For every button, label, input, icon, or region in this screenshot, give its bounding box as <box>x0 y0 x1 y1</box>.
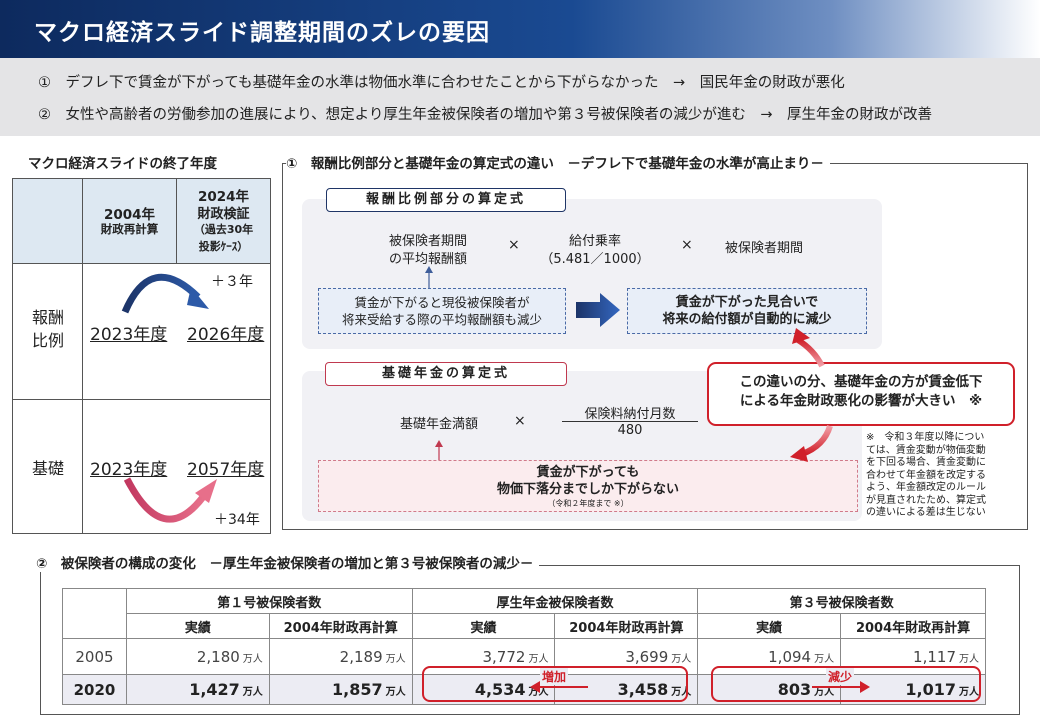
callout-line-b: による年金財政悪化の影響が大きい ※ <box>739 393 983 409</box>
value-cell: 2,180 万人 <box>125 638 270 675</box>
subheader-actual: 実績 <box>411 613 556 639</box>
callout-arrow-up-icon <box>792 328 825 368</box>
kiso-denominator: 480 <box>617 423 643 438</box>
kiso-numerator: 保険料納付月数 <box>584 407 676 422</box>
value-cell: 2,189 万人 <box>268 638 413 675</box>
kiso-note-c: （令和２年度まで ※） <box>547 499 629 508</box>
value-cell: 1,857 万人 <box>268 674 413 705</box>
increase-label: 増加 <box>540 668 569 685</box>
up-arrow-red-icon <box>435 440 443 460</box>
hirei-term-1a: 被保険者期間 <box>388 234 467 249</box>
hirei-term-1b: の平均報酬額 <box>388 252 467 267</box>
end-year-title: マクロ経済スライドの終了年度 <box>28 152 223 172</box>
subheader-2004: 2004年財政再計算 <box>268 613 413 639</box>
kiso-label: 基礎年金の算定式 <box>325 362 567 386</box>
subheader-2004: 2004年財政再計算 <box>840 613 986 639</box>
subheader-actual: 実績 <box>125 613 270 639</box>
hirei-note-b: 将来受給する際の平均報酬額も減少 <box>341 312 542 327</box>
hirei-note: 賃金が下がると現役被保険者が 将来受給する際の平均報酬額も減少 <box>318 288 566 334</box>
summary-line-1: ① デフレ下で賃金が下がっても基礎年金の水準は物価水準に合わせたことから下がらな… <box>38 75 845 91</box>
times-1: × <box>508 237 520 253</box>
times-3: × <box>514 413 526 429</box>
kiso-note: 賃金が下がっても 物価下落分までしか下がらない （令和２年度まで ※） <box>318 460 858 512</box>
up-arrow-icon <box>425 266 433 290</box>
footnote-line: ては、賃金変動が物価変動 <box>866 444 986 456</box>
subheader-actual: 実績 <box>697 613 842 639</box>
hirei-result-a: 賃金が下がった見合いで <box>675 295 819 310</box>
footnote: ※ 令和３年度以降につい ては、賃金変動が物価変動 を下回る場合、賃金変動に 合… <box>866 432 1026 520</box>
footnote-line: 合わせて年金額を改定する <box>866 469 986 481</box>
row-year: 2020 <box>62 674 127 705</box>
right-arrow-icon <box>576 293 620 327</box>
footnote-line: を下回る場合、賃金変動に <box>866 457 986 468</box>
times-2: × <box>681 237 693 253</box>
kiso-note-b: 物価下落分までしか下がらない <box>496 482 679 497</box>
kiso-term-1: 基礎年金満額 <box>400 417 479 432</box>
footnote-line: が見直されたため、算定式 <box>866 494 986 506</box>
group-header-2: 厚生年金被保険者数 <box>411 588 699 614</box>
footnote-line: の違いによる差は生じない <box>866 507 986 518</box>
composition-title: ② 被保険者の構成の変化 －厚生年金被保険者の増加と第３号被保険者の減少－ <box>36 552 540 572</box>
hirei-term-3: 被保険者期間 <box>725 241 804 256</box>
summary-band: ① デフレ下で賃金が下がっても基礎年金の水準は物価水準に合わせたことから下がらな… <box>0 58 1040 136</box>
row-year: 2005 <box>62 638 127 675</box>
hirei-term-2b: （5.481／1000） <box>540 252 650 267</box>
footnote-line: よう、年金額改定のルール <box>866 482 986 493</box>
value-cell: 1,427 万人 <box>125 674 270 705</box>
group-header-3: 第３号被保険者数 <box>697 588 986 614</box>
hirei-label: 報酬比例部分の算定式 <box>326 188 566 212</box>
callout-arrow-down-icon <box>790 425 833 462</box>
decrease-label: 減少 <box>826 668 855 685</box>
end-year-table: 2004年 財政再計算 2024年 財政検証 （過去30年 投影ｹｰｽ） 報酬 … <box>12 178 271 534</box>
kiso-note-a: 賃金が下がっても <box>536 465 640 480</box>
red-arrow-icon <box>123 477 206 523</box>
hirei-term-2a: 給付乗率 <box>568 234 621 249</box>
footnote-line: ※ 令和３年度以降につい <box>866 432 985 443</box>
hirei-note-a: 賃金が下がると現役被保険者が <box>354 295 530 310</box>
fraction-bar <box>562 421 698 422</box>
summary-line-2: ② 女性や高齢者の労働参加の進展により、想定より厚生年金被保険者の増加や第３号被… <box>38 107 932 123</box>
blue-arrow-icon <box>121 273 201 314</box>
page-title: マクロ経済スライド調整期間のズレの要因 <box>34 20 490 46</box>
callout-box: この違いの分、基礎年金の方が賃金低下 による年金財政悪化の影響が大きい ※ <box>707 362 1015 426</box>
subheader-2004: 2004年財政再計算 <box>554 613 699 639</box>
formula-title: ① 報酬比例部分と基礎年金の算定式の違い －デフレ下で基礎年金の水準が高止まり－ <box>286 152 830 172</box>
group-header-1: 第１号被保険者数 <box>125 588 413 614</box>
shift-arrows <box>121 273 217 523</box>
callout-line-a: この違いの分、基礎年金の方が賃金低下 <box>739 374 983 390</box>
hirei-result-b: 将来の給付額が自動的に減少 <box>662 312 832 327</box>
